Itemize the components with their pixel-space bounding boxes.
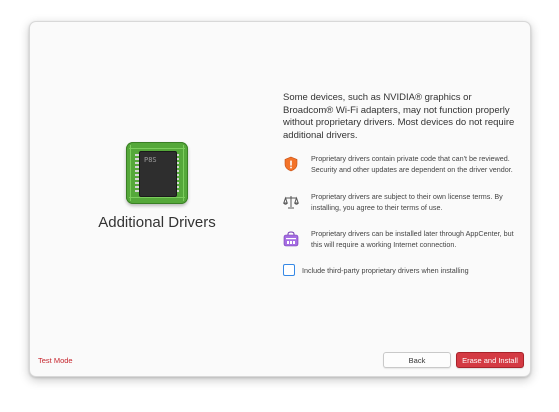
info-text: Proprietary drivers are subject to their… xyxy=(311,192,503,212)
chip-label: P8S xyxy=(144,156,157,164)
back-button[interactable]: Back xyxy=(383,352,451,368)
checkbox-label[interactable]: Include third-party proprietary drivers … xyxy=(302,266,469,275)
third-party-drivers-checkbox[interactable] xyxy=(283,264,295,276)
info-private-code: Proprietary drivers contain private code… xyxy=(283,154,523,175)
info-text: Proprietary drivers contain private code… xyxy=(311,154,513,174)
erase-and-install-button[interactable]: Erase and Install xyxy=(456,352,524,368)
shield-warning-icon xyxy=(284,156,298,172)
scales-icon xyxy=(283,196,299,209)
info-license: Proprietary drivers are subject to their… xyxy=(283,192,523,213)
appcenter-icon xyxy=(283,231,299,247)
third-party-drivers-option[interactable]: Include third-party proprietary drivers … xyxy=(283,264,469,276)
circuit-chip-icon: P8S xyxy=(126,142,188,204)
page-title: Additional Drivers xyxy=(98,214,216,231)
info-appcenter: Proprietary drivers can be installed lat… xyxy=(283,229,523,250)
test-mode-label: Test Mode xyxy=(38,356,73,365)
info-text: Proprietary drivers can be installed lat… xyxy=(311,229,514,249)
installer-window: P8S Additional Drivers Some devices, suc… xyxy=(29,21,531,377)
intro-text: Some devices, such as NVIDIA® graphics o… xyxy=(283,92,515,141)
